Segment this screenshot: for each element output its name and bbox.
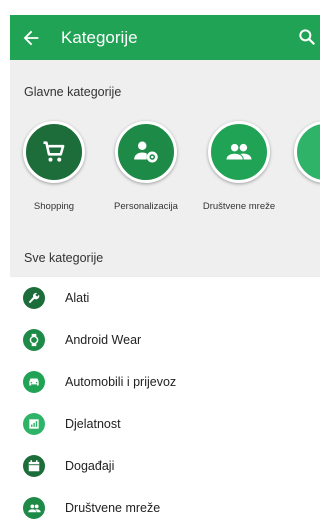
list-item-label: Događaji <box>65 459 115 473</box>
calendar-icon <box>28 460 40 472</box>
featured-icon-circle <box>294 121 320 183</box>
search-icon[interactable] <box>297 27 317 47</box>
car-icon <box>29 378 39 386</box>
watch-icon <box>29 333 39 347</box>
featured-icon-circle <box>23 121 85 183</box>
arrow-left-icon[interactable] <box>20 27 42 49</box>
list-item-drustvene-mreze[interactable]: Društvene mreže <box>10 487 320 519</box>
list-icon-circle <box>23 497 45 519</box>
list-item-djelatnost[interactable]: Djelatnost <box>10 403 320 445</box>
list-item-automobili[interactable]: Automobili i prijevoz <box>10 361 320 403</box>
list-item-label: Djelatnost <box>65 417 121 431</box>
list-icon-circle <box>23 287 45 309</box>
app-frame: Kategorije Glavne kategorije Shopping Pe… <box>10 15 320 519</box>
list-icon-circle <box>23 413 45 435</box>
all-heading: Sve kategorije <box>24 251 104 265</box>
list-item-label: Alati <box>65 291 90 305</box>
person-gear-icon <box>134 141 158 163</box>
wrench-icon <box>28 292 40 304</box>
featured-heading: Glavne kategorije <box>24 85 122 99</box>
people-icon <box>27 503 41 512</box>
featured-icon-circle <box>208 121 270 183</box>
featured-icon-circle <box>115 121 177 183</box>
list-icon-circle <box>23 455 45 477</box>
featured-item-label: Personalizacija <box>114 201 178 212</box>
people-icon <box>226 143 252 160</box>
list-icon-circle <box>23 371 45 393</box>
featured-item-label: Shopping <box>33 201 75 212</box>
chart-icon <box>29 419 39 429</box>
featured-item-social[interactable]: Društvene mreže <box>194 121 284 212</box>
list-item-label: Društvene mreže <box>65 501 161 515</box>
list-icon-circle <box>23 329 45 351</box>
featured-item-partial[interactable] <box>280 121 320 183</box>
list-item-label: Android Wear <box>65 333 142 347</box>
list-item-android-wear[interactable]: Android Wear <box>10 319 320 361</box>
list-item-label: Automobili i prijevoz <box>65 375 177 389</box>
featured-item-label: Društvene mreže <box>202 201 276 212</box>
featured-carousel[interactable]: Shopping Personalizacija Društvene mreže <box>10 121 320 241</box>
app-bar: Kategorije <box>10 15 320 60</box>
featured-item-personalization[interactable]: Personalizacija <box>101 121 191 212</box>
list-item-alati[interactable]: Alati <box>10 277 320 319</box>
list-item-dogadaji[interactable]: Događaji <box>10 445 320 487</box>
category-list: Alati Android Wear Automobili i prijevoz… <box>10 277 320 519</box>
page-title: Kategorije <box>61 28 138 47</box>
shopping-cart-icon <box>43 141 65 162</box>
featured-item-shopping[interactable]: Shopping <box>10 121 99 212</box>
